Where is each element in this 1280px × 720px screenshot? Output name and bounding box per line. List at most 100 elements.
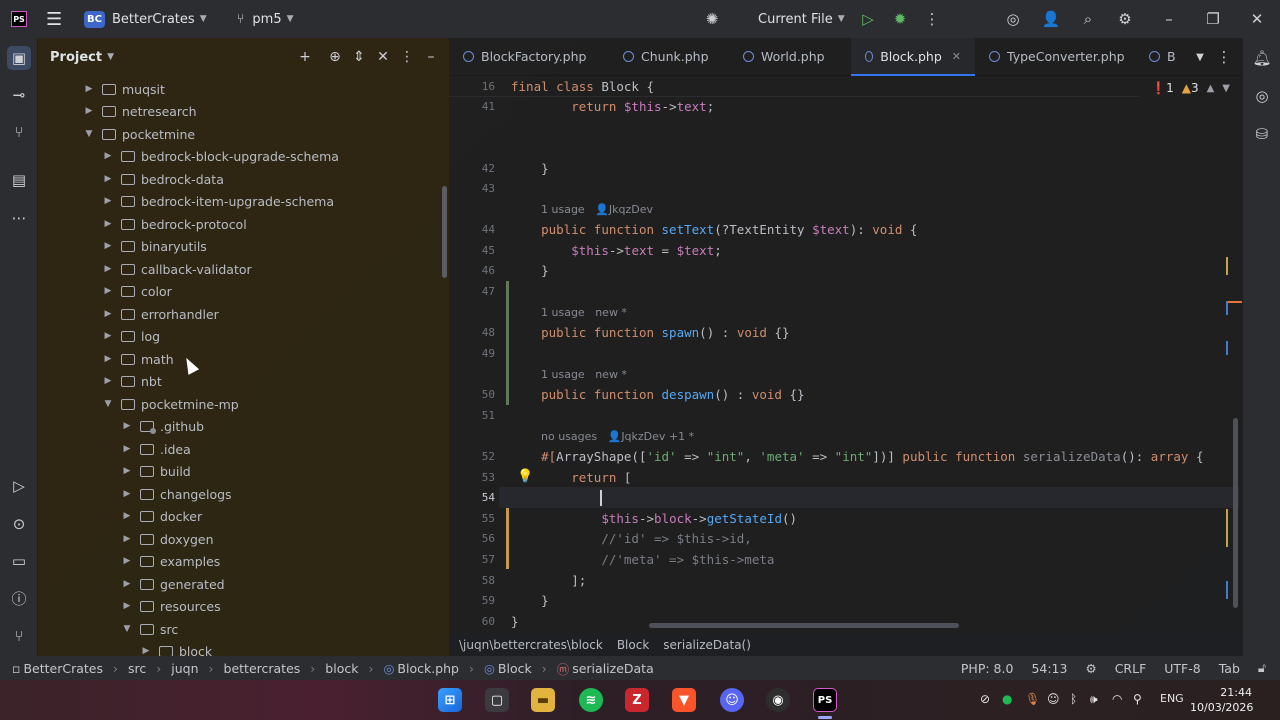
chevron-right-icon[interactable]: ▶ [120, 601, 134, 611]
php-version[interactable]: PHP: 8.0 [961, 661, 1014, 676]
filezilla-icon[interactable]: Z [625, 688, 649, 712]
more-vertical-icon[interactable]: ⋮ [1212, 45, 1236, 69]
chevron-down-icon[interactable]: ▼ [101, 399, 115, 409]
chevron-right-icon[interactable]: ▶ [120, 534, 134, 544]
usage-hint[interactable]: no usages 👤JqkzDev +1 * [541, 430, 694, 443]
usage-hint[interactable]: 1 usage new * [541, 306, 627, 319]
tree-item[interactable]: ▶ muqsit [82, 78, 165, 100]
chevron-right-icon[interactable]: ▶ [120, 556, 134, 566]
close-icon[interactable]: ✕ [1245, 7, 1269, 31]
bluetooth-icon[interactable]: ᛒ [1070, 692, 1077, 706]
clock[interactable]: 21:44 10/03/2026 [1190, 685, 1253, 715]
tree-item[interactable]: ▶ log [101, 325, 161, 347]
tree-item[interactable]: ▶ .idea [120, 438, 191, 460]
collapse-all-icon[interactable]: ✕ [371, 45, 395, 69]
maximize-icon[interactable]: ❐ [1201, 7, 1225, 31]
chevron-right-icon[interactable]: ▶ [120, 421, 134, 431]
tree-item[interactable]: ▼ pocketmine [82, 123, 196, 145]
project-folder-icon[interactable]: ▣ [7, 46, 31, 70]
services-icon[interactable]: ⊙ [7, 512, 31, 536]
tree-item[interactable]: ▶ bedrock-data [101, 168, 224, 190]
wifi-icon[interactable]: ◠ [1112, 692, 1122, 706]
code-style-icon[interactable]: ⚙ [1085, 661, 1096, 676]
chevron-right-icon[interactable]: ▶ [101, 174, 115, 184]
brave-icon[interactable]: ▼ [672, 688, 696, 712]
chevron-right-icon[interactable]: ▶ [139, 646, 153, 656]
ai-chat-icon[interactable]: ◎ [1250, 84, 1274, 108]
git-icon[interactable]: ⑂ [7, 624, 31, 648]
structure-icon[interactable]: ▤ [7, 168, 31, 192]
chevron-right-icon[interactable]: ▶ [101, 354, 115, 364]
windows-start-icon[interactable]: ⊞ [438, 688, 462, 712]
tree-item[interactable]: ▶ .github [120, 415, 204, 437]
line-separator[interactable]: CRLF [1115, 661, 1147, 676]
tree-item[interactable]: ▼ pocketmine-mp [101, 393, 239, 415]
tab-world[interactable]: World.php [729, 38, 851, 76]
run-config-selector[interactable]: Current File ▼ [750, 0, 853, 38]
indent-setting[interactable]: Tab [1219, 661, 1240, 676]
chevron-up-icon[interactable]: ▲ [1207, 83, 1215, 94]
error-stripe-marker[interactable] [1226, 257, 1228, 275]
settings-gear-icon[interactable]: ⚙ [1113, 7, 1137, 31]
volume-icon[interactable]: 🕪︎ [1090, 692, 1098, 707]
commit-icon[interactable]: ⊸ [7, 83, 31, 107]
tree-item[interactable]: ▶ doxygen [120, 528, 214, 550]
chevron-right-icon[interactable]: ▶ [120, 579, 134, 589]
minimize-icon[interactable]: – [1157, 7, 1181, 31]
breadcrumb-class[interactable]: Block [617, 638, 649, 652]
chevron-down-icon[interactable]: ▼ [120, 624, 134, 634]
chevron-right-icon[interactable]: ▶ [120, 489, 134, 499]
chevron-right-icon[interactable]: ▶ [82, 84, 96, 94]
vcs-change-marker[interactable] [506, 281, 509, 405]
breadcrumb-method[interactable]: serializeData() [663, 638, 751, 652]
task-view-icon[interactable]: ▢ [485, 688, 509, 712]
error-stripe-marker[interactable] [1226, 509, 1228, 547]
tab-block[interactable]: Block.php ✕ [851, 37, 975, 76]
chevron-right-icon[interactable]: ▶ [101, 219, 115, 229]
more-vertical-icon[interactable]: ⋮ [395, 45, 419, 69]
tab-overflow[interactable]: B [1143, 38, 1182, 76]
usage-hint[interactable]: 1 usage 👤JkqzDev [541, 203, 653, 216]
tree-item[interactable]: ▶ bedrock-block-upgrade-schema [101, 145, 339, 167]
terminal-icon[interactable]: ▭ [7, 549, 31, 573]
crumb-folder[interactable]: block [325, 661, 358, 676]
tab-chunk[interactable]: Chunk.php [609, 38, 729, 76]
tree-item[interactable]: ▶ netresearch [82, 100, 197, 122]
network-icon[interactable]: ⚲ [1133, 692, 1142, 706]
tree-item[interactable]: ▶ binaryutils [101, 235, 207, 257]
editor-horizontal-scrollbar[interactable] [649, 623, 959, 628]
notifications-icon[interactable]: 🔔︎ [1250, 46, 1274, 70]
tree-item[interactable]: ▶ bedrock-protocol [101, 213, 247, 235]
tree-item[interactable]: ▶ errorhandler [101, 303, 219, 325]
crumb-folder[interactable]: src [128, 661, 146, 676]
spotify-icon[interactable]: ≋ [579, 688, 603, 712]
chrome-icon[interactable]: ◉ [766, 688, 790, 712]
chevron-right-icon[interactable]: ▶ [101, 376, 115, 386]
crumb-folder[interactable]: juqn [171, 661, 198, 676]
tree-item[interactable]: ▶ callback-validator [101, 258, 252, 280]
tree-item[interactable]: ▶ color [101, 280, 172, 302]
editor-vertical-scrollbar[interactable] [1233, 418, 1238, 608]
debug-bug-icon[interactable]: ✺ [700, 7, 724, 31]
file-encoding[interactable]: UTF-8 [1164, 661, 1200, 676]
read-only-lock-icon[interactable]: 🔓︎ [1258, 660, 1266, 676]
file-explorer-icon[interactable]: ▬ [531, 688, 555, 712]
inspection-widget[interactable]: ❗1 ▲3 ▲ ▼ [1151, 81, 1230, 95]
chevron-right-icon[interactable]: ▶ [82, 106, 96, 116]
tree-item[interactable]: ▶ examples [120, 550, 221, 572]
error-stripe-marker[interactable] [1226, 341, 1228, 355]
tree-item[interactable]: ▶ changelogs [120, 483, 232, 505]
debug-icon[interactable]: ✹ [888, 7, 912, 31]
chevron-right-icon[interactable]: ▶ [101, 309, 115, 319]
project-scrollbar[interactable] [442, 186, 447, 278]
crumb-class[interactable]: Block [498, 661, 532, 676]
input-language[interactable]: ENG [1160, 692, 1184, 705]
microphone-icon[interactable]: 🎙︎ [1025, 692, 1040, 706]
chevron-down-icon[interactable]: ▼ [82, 129, 96, 139]
more-vertical-icon[interactable]: ⋮ [920, 7, 944, 31]
error-stripe-marker[interactable] [1228, 301, 1242, 303]
tree-item[interactable]: ▶ bedrock-item-upgrade-schema [101, 190, 334, 212]
chevron-right-icon[interactable]: ▶ [101, 151, 115, 161]
crumb-file[interactable]: Block.php [397, 661, 459, 676]
vcs-branch-selector[interactable]: ⑂ pm5 ▼ [229, 0, 302, 38]
